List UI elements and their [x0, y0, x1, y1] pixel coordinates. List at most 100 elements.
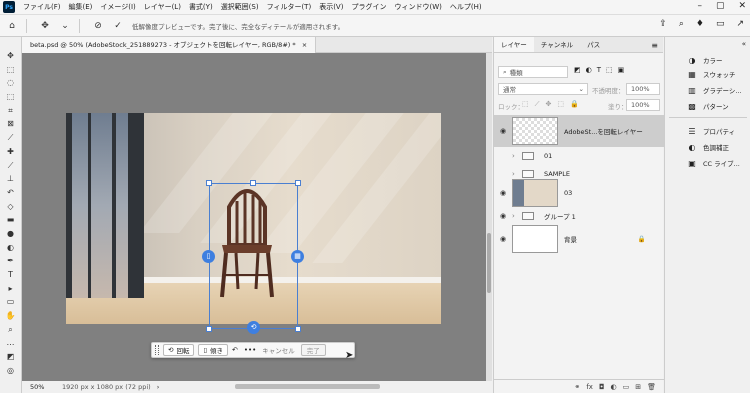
layer-row[interactable]: ◉ › 01: [494, 147, 664, 165]
panel-gradients[interactable]: ▥ グラデーシ...: [687, 85, 741, 96]
fx-icon[interactable]: fx: [586, 383, 593, 391]
menu-filter[interactable]: フィルター(T): [263, 2, 316, 12]
document-tab[interactable]: beta.psd @ 50% (AdobeStock_251889273 - オ…: [22, 37, 317, 53]
link-layers-icon[interactable]: ⚭: [574, 383, 580, 391]
panel-collapse-icon[interactable]: «: [742, 40, 746, 48]
chevron-down-icon[interactable]: ⌄: [57, 21, 73, 31]
new-layer-icon[interactable]: ⊞: [635, 383, 641, 391]
share-icon[interactable]: ⇪: [659, 19, 667, 29]
panel-patterns[interactable]: ▩ パターン: [687, 101, 728, 112]
cancel-button[interactable]: キャンセル: [262, 345, 295, 355]
transform-handle-top-right[interactable]: [295, 180, 301, 186]
visibility-toggle[interactable]: ◉: [494, 152, 512, 160]
menu-select[interactable]: 選択範囲(S): [217, 2, 263, 12]
maximize-icon[interactable]: ▢: [716, 1, 725, 11]
drag-grip-icon[interactable]: [155, 345, 159, 355]
chevron-right-icon[interactable]: ›: [512, 212, 522, 220]
undo-rotate-icon[interactable]: ↶: [232, 346, 238, 354]
menu-file[interactable]: ファイル(F): [19, 2, 65, 12]
scroll-thumb[interactable]: [487, 233, 491, 293]
tab-layers[interactable]: レイヤー: [494, 37, 534, 52]
adjustment-layer-icon[interactable]: ◐: [611, 383, 617, 391]
layer-row[interactable]: ◉ › グループ 1: [494, 209, 664, 223]
quick-mask-icon[interactable]: ◎: [4, 364, 18, 378]
layer-name[interactable]: AdobeSt...を回転レイヤー: [564, 126, 643, 136]
panel-adjustments[interactable]: ◐ 色調補正: [687, 142, 730, 153]
notification-icon[interactable]: ♦: [696, 19, 704, 29]
commit-check-icon[interactable]: ✓: [110, 21, 126, 31]
hand-tool-icon[interactable]: ✋: [4, 309, 18, 323]
menu-type[interactable]: 書式(Y): [185, 2, 217, 12]
pen-tool-icon[interactable]: ✒: [4, 254, 18, 268]
visibility-eye-icon[interactable]: ◉: [494, 235, 512, 243]
layer-name[interactable]: 背景: [564, 234, 577, 244]
panel-cc-libraries[interactable]: ▣ CC ライブ...: [687, 158, 740, 169]
transform-handle-bottom-left[interactable]: [206, 326, 212, 332]
chevron-right-icon[interactable]: ›: [512, 152, 522, 160]
eyedropper-tool-icon[interactable]: ⟋: [4, 131, 18, 145]
layer-name[interactable]: 01: [544, 152, 552, 160]
cancel-icon[interactable]: ⊘: [90, 21, 106, 31]
transform-handle-bottom-right[interactable]: [295, 326, 301, 332]
layer-row[interactable]: ◉ AdobeSt...を回転レイヤー: [494, 115, 664, 147]
minimize-icon[interactable]: –: [697, 1, 702, 11]
vertical-scrollbar[interactable]: [486, 53, 492, 381]
brush-tool-icon[interactable]: ⟋: [4, 159, 18, 173]
more-tools-icon[interactable]: …: [4, 336, 18, 350]
history-brush-icon[interactable]: ↶: [4, 186, 18, 200]
panel-properties[interactable]: ☰ プロパティ: [687, 126, 735, 137]
menu-edit[interactable]: 編集(E): [65, 2, 97, 12]
panel-menu-icon[interactable]: ≡: [651, 41, 658, 50]
new-group-icon[interactable]: ▭: [623, 383, 630, 391]
transform-bounding-box[interactable]: [209, 183, 298, 329]
gradient-tool-icon[interactable]: ▬: [4, 213, 18, 227]
menu-image[interactable]: イメージ(I): [96, 2, 139, 12]
healing-brush-icon[interactable]: ✚: [4, 145, 18, 159]
more-options-icon[interactable]: •••: [244, 346, 256, 354]
layer-row[interactable]: ◉ 背景 🔒: [494, 223, 664, 255]
menu-view[interactable]: 表示(V): [315, 2, 347, 12]
tab-paths[interactable]: パス: [580, 37, 607, 52]
search-icon[interactable]: ⌕: [679, 19, 684, 29]
home-icon[interactable]: ⌂: [4, 21, 20, 31]
visibility-eye-icon[interactable]: ◉: [494, 189, 512, 197]
close-window-icon[interactable]: ✕: [738, 1, 746, 11]
layer-filter[interactable]: ⌕ 種類: [498, 66, 568, 78]
layer-row[interactable]: ◉ 03: [494, 177, 664, 209]
frame-tool-icon[interactable]: ⊠: [4, 117, 18, 131]
opacity-field[interactable]: 100%: [626, 83, 660, 95]
lasso-tool-icon[interactable]: ◌: [4, 76, 18, 90]
menu-layer[interactable]: レイヤー(L): [140, 2, 185, 12]
crop-tool-icon[interactable]: ⌗: [4, 104, 18, 118]
rotate-button[interactable]: ⟲ 回転: [163, 344, 195, 356]
done-button[interactable]: 完了: [300, 344, 326, 356]
transform-handle-top-center[interactable]: [250, 180, 256, 186]
delete-layer-icon[interactable]: 🗑: [647, 383, 656, 391]
visibility-eye-icon[interactable]: ◉: [494, 212, 512, 220]
add-mask-icon[interactable]: ◘: [599, 383, 605, 391]
visibility-eye-icon[interactable]: ◉: [494, 127, 512, 135]
close-tab-icon[interactable]: ×: [302, 41, 307, 49]
blend-mode-select[interactable]: 通常 ⌄: [498, 83, 588, 95]
blur-tool-icon[interactable]: ●: [4, 227, 18, 241]
tilt-handle-icon[interactable]: ▯: [202, 250, 215, 263]
shape-tool-icon[interactable]: ▭: [4, 295, 18, 309]
move-tool-icon[interactable]: ✥: [37, 21, 53, 31]
object-select-tool-icon[interactable]: ⬚: [4, 90, 18, 104]
move-tool-icon[interactable]: ✥: [4, 49, 18, 63]
clone-stamp-icon[interactable]: ⊥: [4, 172, 18, 186]
lock-icons[interactable]: ⬚⟋✥⬚🔒: [522, 100, 585, 109]
path-select-icon[interactable]: ▸: [4, 282, 18, 296]
eraser-tool-icon[interactable]: ◇: [4, 200, 18, 214]
tab-channels[interactable]: チャンネル: [534, 37, 580, 52]
menu-plugins[interactable]: プラグイン: [347, 2, 390, 12]
horizontal-scrollbar[interactable]: [235, 384, 380, 389]
type-tool-icon[interactable]: T: [4, 268, 18, 282]
workspace-icon[interactable]: ▭: [716, 19, 725, 29]
dodge-tool-icon[interactable]: ◐: [4, 241, 18, 255]
layer-name[interactable]: 03: [564, 189, 572, 197]
color-swatches-icon[interactable]: ◩: [4, 350, 18, 364]
panel-swatches[interactable]: ▦ スウォッチ: [687, 69, 735, 80]
share-arrow-icon[interactable]: ↗: [736, 19, 744, 29]
zoom-tool-icon[interactable]: ⌕: [4, 323, 18, 337]
